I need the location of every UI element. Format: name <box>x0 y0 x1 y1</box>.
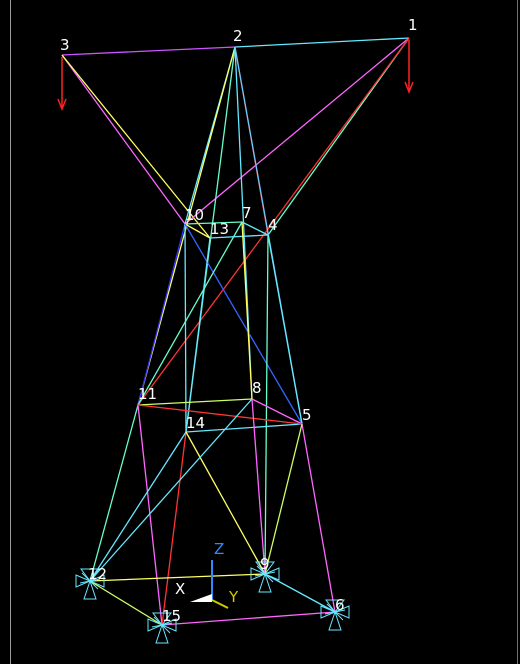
node-label-14: 14 <box>186 414 205 432</box>
node-label-8: 8 <box>252 379 262 397</box>
truss-member-7-4[interactable] <box>241 221 269 236</box>
truss-member-7-8[interactable] <box>241 221 253 400</box>
node-label-1: 1 <box>408 16 418 34</box>
truss-member-15-6[interactable] <box>161 611 336 626</box>
truss-model-canvas[interactable]: 123456789101112131415 Z X Y <box>0 0 520 664</box>
truss-member-3-2[interactable] <box>61 46 236 56</box>
node-label-11: 11 <box>138 385 157 403</box>
node-label-12: 12 <box>88 565 107 583</box>
truss-member-5-9[interactable] <box>264 423 303 575</box>
node-label-13: 13 <box>210 220 229 238</box>
truss-member-7-11[interactable] <box>137 221 243 406</box>
truss-member-2-1[interactable] <box>234 37 410 48</box>
truss-member-9-6[interactable] <box>264 573 336 613</box>
node-label-10: 10 <box>185 206 204 224</box>
truss-member-1-10[interactable] <box>184 37 410 225</box>
triad-y-label: Y <box>228 588 239 606</box>
graphics-viewport[interactable]: 1 2 3 4 5 6 7 8 9 10 11 12 13 14 15 Z X Y <box>0 0 520 664</box>
elements-layer <box>61 37 410 626</box>
node-label-15: 15 <box>162 607 181 625</box>
triad-x-label: X <box>175 580 185 598</box>
node-label-4: 4 <box>268 216 278 234</box>
node-label-6: 6 <box>335 596 345 614</box>
truss-member-14-12[interactable] <box>89 431 187 582</box>
truss-member-14-9[interactable] <box>185 431 266 575</box>
node-labels-layer: 123456789101112131415 <box>60 16 418 625</box>
truss-member-3-10[interactable] <box>61 54 186 225</box>
truss-member-12-15[interactable] <box>89 580 163 626</box>
truss-member-10-11[interactable] <box>137 223 186 406</box>
node-label-5: 5 <box>302 406 312 424</box>
triad-z-label: Z <box>214 540 224 558</box>
load-arrow-icon-node-1[interactable] <box>404 40 414 95</box>
truss-member-5-6[interactable] <box>301 423 336 613</box>
node-label-3: 3 <box>60 36 70 54</box>
truss-member-10-14[interactable] <box>184 223 187 433</box>
triad-y-axis <box>211 599 229 609</box>
node-label-9: 9 <box>260 555 270 573</box>
node-label-7: 7 <box>242 204 252 222</box>
truss-member-11-15[interactable] <box>137 404 163 626</box>
truss-member-4-9[interactable] <box>264 234 269 575</box>
truss-member-8-9[interactable] <box>251 398 266 575</box>
node-label-2: 2 <box>233 27 243 45</box>
triad-x-axis <box>190 594 212 602</box>
truss-member-11-5[interactable] <box>137 404 303 425</box>
load-arrow-icon-node-3[interactable] <box>57 57 67 112</box>
coordinate-triad: Z X Y <box>175 540 239 609</box>
